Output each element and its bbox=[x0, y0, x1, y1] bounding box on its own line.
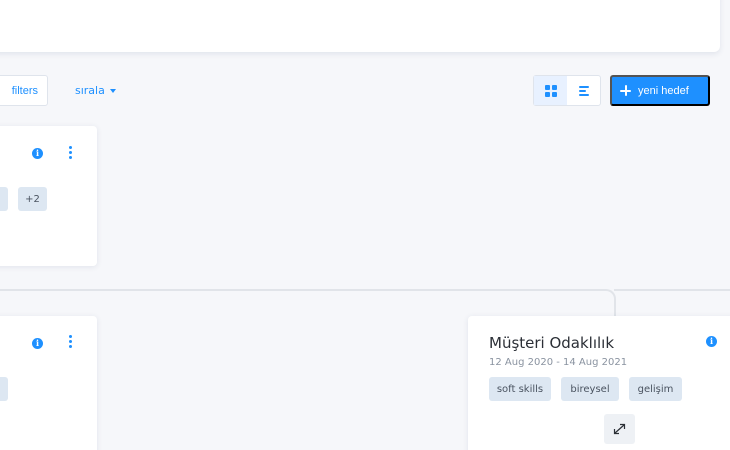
caret-down-icon bbox=[109, 88, 116, 93]
view-toggle bbox=[533, 75, 601, 106]
goal-card[interactable]: i bbox=[0, 316, 97, 450]
tag: gelişim bbox=[629, 377, 682, 401]
list-view-icon bbox=[578, 85, 589, 96]
tag bbox=[0, 187, 8, 211]
tree-connector bbox=[0, 289, 616, 319]
filters-button[interactable]: filters bbox=[0, 75, 48, 106]
grid-view-icon bbox=[544, 84, 557, 97]
header-panel bbox=[0, 0, 720, 52]
kebab-menu-icon[interactable] bbox=[69, 146, 73, 159]
goal-card[interactable]: Müşteri Odaklılık 12 Aug 2020 - 14 Aug 2… bbox=[468, 316, 730, 450]
expand-button[interactable] bbox=[604, 414, 635, 444]
info-icon[interactable]: i bbox=[32, 338, 43, 349]
list-view-button[interactable] bbox=[567, 76, 600, 105]
info-icon[interactable]: i bbox=[706, 336, 717, 347]
goal-card[interactable]: i +2 bbox=[0, 126, 97, 266]
tag-more[interactable]: +2 bbox=[18, 187, 47, 211]
plus-icon bbox=[620, 85, 631, 96]
filters-label: filters bbox=[11, 84, 38, 97]
tree-connector bbox=[614, 289, 730, 291]
grid-view-button[interactable] bbox=[534, 76, 567, 105]
expand-icon bbox=[613, 423, 626, 435]
tag: bireysel bbox=[561, 377, 619, 401]
tag bbox=[0, 377, 8, 401]
sort-label: sırala bbox=[75, 84, 105, 97]
tag: soft skills bbox=[489, 377, 551, 401]
new-goal-button[interactable]: yeni hedef bbox=[610, 75, 710, 106]
info-icon[interactable]: i bbox=[32, 148, 43, 159]
sort-dropdown[interactable]: sırala bbox=[75, 84, 116, 97]
goal-dates: 12 Aug 2020 - 14 Aug 2021 bbox=[489, 357, 628, 368]
kebab-menu-icon[interactable] bbox=[69, 335, 73, 348]
goal-title: Müşteri Odaklılık bbox=[489, 334, 615, 352]
new-goal-label: yeni hedef bbox=[638, 84, 689, 97]
